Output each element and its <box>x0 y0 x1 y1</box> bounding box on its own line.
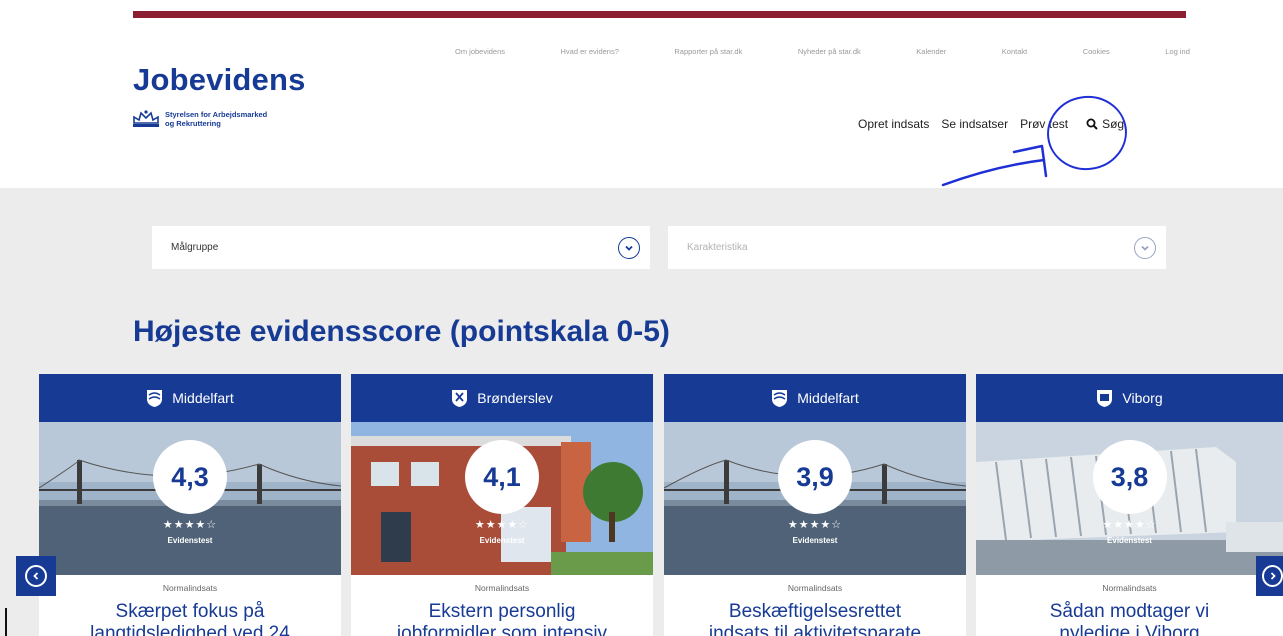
search-icon <box>1086 118 1098 130</box>
evidence-score: 3,8 <box>1092 440 1167 514</box>
nav-link-cookies[interactable]: Cookies <box>1083 47 1110 56</box>
target-group-select[interactable]: Målgruppe <box>152 226 650 269</box>
agency-name-line1: Styrelsen for Arbejdsmarked <box>165 110 268 119</box>
card-title: Beskæftigelsesrettet <box>728 601 902 622</box>
section-heading: Højeste evidensscore (pointskala 0-5) <box>133 315 670 348</box>
characteristics-placeholder: Karakteristika <box>687 242 748 253</box>
agency-name-line2: og Rekruttering <box>165 119 221 128</box>
card-city: Middelfart <box>797 390 859 406</box>
municipality-crest-icon <box>1097 389 1113 407</box>
card-type: Normalindsats <box>1102 583 1157 593</box>
card-title: Ekstern personlig <box>428 601 576 622</box>
nav-link-nyheder[interactable]: Nyheder på star.dk <box>798 47 861 56</box>
carousel-next-button[interactable] <box>1256 556 1283 596</box>
nav-se-indsatser[interactable]: Se indsatser <box>941 117 1008 131</box>
evidence-score: 3,9 <box>778 440 852 514</box>
site-logo-title[interactable]: Jobevidens <box>133 62 306 98</box>
nav-link-kontakt[interactable]: Kontakt <box>1002 47 1027 56</box>
search-button[interactable]: Søg <box>1086 117 1124 131</box>
main-nav: Opret indsats Se indsatser Prøv test Søg <box>858 117 1124 131</box>
nav-opret-indsats[interactable]: Opret indsats <box>858 117 929 131</box>
star-rating: ★★★★☆ <box>162 519 218 531</box>
card-title-line2: nyledige i Viborg <box>1059 623 1200 636</box>
card-type: Normalindsats <box>474 583 530 593</box>
carousel-prev-button[interactable] <box>16 556 56 596</box>
card-title-line2: langtidsledighed ved 24 <box>90 623 290 636</box>
nav-link-kalender[interactable]: Kalender <box>916 47 946 56</box>
utility-nav: Om jobevidens Hvad er evidens? Rapporter… <box>455 47 1190 56</box>
card-title-line2: indsats til aktivitetsparate <box>708 623 922 636</box>
chevron-left-icon <box>25 565 47 587</box>
card-city: Middelfart <box>172 390 234 406</box>
nav-link-om-jobevidens[interactable]: Om jobevidens <box>455 47 505 56</box>
card-city: Brønderslev <box>477 390 553 406</box>
target-group-label: Målgruppe <box>171 242 219 253</box>
intervention-card[interactable]: Middelfart 3,9 ★★★★☆ Evidenstest Normali… <box>664 374 966 636</box>
annotation-arrow-line <box>941 158 1046 187</box>
nav-link-rapporter[interactable]: Rapporter på star.dk <box>674 47 742 56</box>
chevron-down-icon <box>618 236 640 259</box>
card-city: Viborg <box>1122 390 1163 406</box>
evidence-badge: Evidenstest <box>1107 536 1152 545</box>
card-type: Normalindsats <box>787 583 843 593</box>
search-label: Søg <box>1102 117 1125 131</box>
nav-link-hvad-er-evidens[interactable]: Hvad er evidens? <box>561 47 619 56</box>
municipality-crest-icon <box>772 389 788 407</box>
intervention-card[interactable]: Brønderslev 4,1 ★★★★☆ Evidenstest Normal… <box>351 374 653 636</box>
card-title: Sådan modtager vi <box>1049 601 1210 622</box>
chevron-down-icon <box>1134 236 1156 259</box>
card-title: Skærpet fokus på <box>115 601 265 622</box>
text-cursor <box>5 608 7 636</box>
agency-logo[interactable]: Styrelsen for Arbejdsmarked og Rekrutter… <box>131 109 345 129</box>
evidence-badge: Evidenstest <box>479 536 525 545</box>
star-rating: ★★★★☆ <box>474 519 530 531</box>
municipality-crest-icon <box>147 389 163 407</box>
nav-prov-test[interactable]: Prøv test <box>1020 117 1068 131</box>
municipality-crest-icon <box>452 389 468 407</box>
chevron-right-icon <box>1262 565 1283 587</box>
card-type: Normalindsats <box>162 583 218 593</box>
crown-icon <box>133 110 159 127</box>
evidence-score: 4,1 <box>465 440 539 514</box>
card-title-line2: jobformidler som intensiv <box>396 623 608 636</box>
top-accent-bar <box>133 11 1186 18</box>
card-photo: 3,8 ★★★★☆ Evidenstest <box>976 422 1283 575</box>
evidence-badge: Evidenstest <box>792 536 838 545</box>
characteristics-select[interactable]: Karakteristika <box>668 226 1166 269</box>
star-rating: ★★★★☆ <box>787 519 843 531</box>
intervention-card[interactable]: Middelfart 4,3 ★★★★☆ Evidenstest Normali… <box>39 374 341 636</box>
nav-link-log-ind[interactable]: Log ind <box>1165 47 1190 56</box>
annotation-circle <box>1047 95 1127 171</box>
evidence-badge: Evidenstest <box>167 536 213 545</box>
intervention-card[interactable]: Viborg 3,8 ★★★★☆ Evidenstest Normalindsa… <box>976 374 1283 636</box>
evidence-score: 4,3 <box>153 440 227 514</box>
star-rating: ★★★★☆ <box>1102 519 1157 531</box>
annotation-arrow-head <box>1012 144 1048 178</box>
card-photo: 4,3 ★★★★☆ Evidenstest <box>39 422 341 575</box>
card-photo: 3,9 ★★★★☆ Evidenstest <box>664 422 966 575</box>
card-photo: 4,1 ★★★★☆ Evidenstest <box>351 422 653 575</box>
